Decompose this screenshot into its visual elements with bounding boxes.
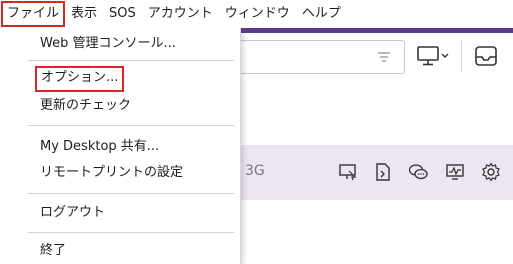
menu-separator bbox=[28, 232, 234, 233]
filter-icon[interactable] bbox=[377, 50, 391, 64]
menu-item-logout[interactable]: ログアウト bbox=[40, 202, 105, 224]
menu-account[interactable]: アカウント bbox=[142, 1, 219, 27]
menu-item-my-desktop-share[interactable]: My Desktop 共有... bbox=[40, 136, 159, 158]
menu-separator bbox=[28, 193, 234, 194]
menu-separator bbox=[28, 125, 234, 126]
system-info-icon[interactable] bbox=[445, 162, 465, 182]
menu-item-remote-print-settings[interactable]: リモートプリントの設定 bbox=[40, 162, 183, 184]
menu-item-web-console[interactable]: Web 管理コンソール... bbox=[40, 33, 176, 55]
menu-item-check-updates[interactable]: 更新のチェック bbox=[40, 95, 131, 117]
inbox-icon[interactable] bbox=[472, 42, 500, 70]
file-menu-dropdown: Web 管理コンソール... オプション... 更新のチェック My Deskt… bbox=[0, 28, 241, 264]
menu-item-exit[interactable]: 終了 bbox=[40, 240, 66, 262]
toolbar-divider bbox=[461, 40, 462, 72]
settings-gear-icon[interactable] bbox=[481, 162, 501, 182]
monitor-icon bbox=[417, 46, 449, 66]
menu-item-options[interactable]: オプション... bbox=[35, 66, 125, 92]
menu-view[interactable]: 表示 bbox=[65, 1, 103, 27]
file-transfer-icon[interactable] bbox=[373, 162, 393, 182]
chat-icon[interactable] bbox=[408, 162, 428, 182]
menu-sos[interactable]: SOS bbox=[103, 1, 142, 27]
remote-monitor-icon[interactable] bbox=[338, 162, 358, 182]
menu-bar: ファイル 表示 SOS アカウント ウィンドウ ヘルプ bbox=[0, 0, 513, 28]
menu-separator bbox=[28, 60, 234, 61]
menu-help[interactable]: ヘルプ bbox=[296, 1, 347, 27]
header-accent-strip bbox=[240, 28, 513, 33]
menu-window[interactable]: ウィンドウ bbox=[219, 1, 296, 27]
monitor-view-button[interactable] bbox=[410, 40, 458, 72]
device-row-text: 3G bbox=[245, 163, 265, 179]
menu-file[interactable]: ファイル bbox=[1, 1, 66, 27]
